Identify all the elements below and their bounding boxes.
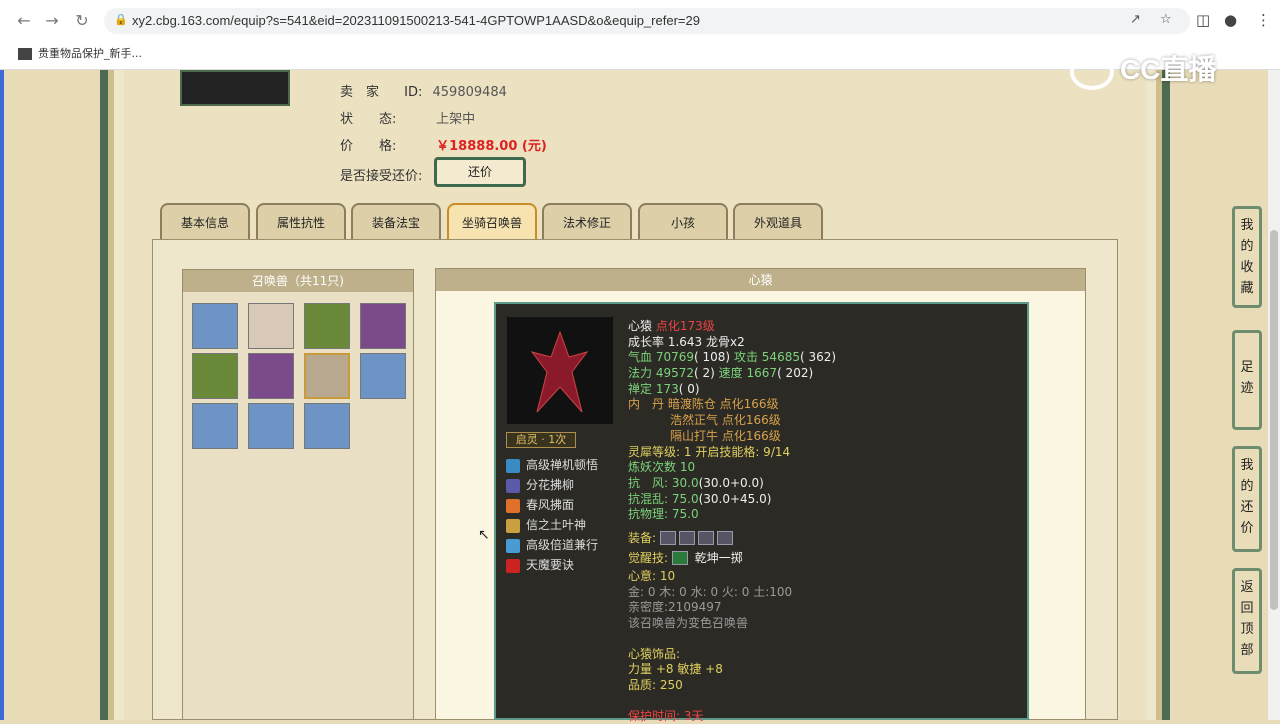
status-row: 状 态: 上架中 (340, 112, 476, 127)
footprint-button[interactable]: 足迹 (1232, 330, 1262, 430)
tab-spell-modifiers[interactable]: 法术修正 (542, 203, 632, 241)
summon-stats: 心猿 点化173级 成长率 1.643 龙骨x2 气血 70769( 108) … (628, 319, 837, 723)
reload-icon[interactable]: ↻ (72, 11, 92, 31)
equip-slot-icon[interactable] (697, 531, 714, 546)
bookmark-favicon-icon (18, 48, 32, 60)
skill-item[interactable]: 分花拂柳 (506, 476, 574, 493)
cc-logo-icon (1070, 53, 1114, 90)
equip-slot-icon[interactable] (678, 531, 695, 546)
page-scrollbar[interactable] (1268, 70, 1280, 720)
skill-icon (506, 498, 520, 513)
summon-thumb[interactable] (192, 353, 238, 399)
equip-slot-icon[interactable] (716, 531, 733, 546)
scrollbar-thumb[interactable] (1270, 230, 1278, 610)
equip-slot-icon[interactable] (659, 531, 676, 546)
awaken-skill-icon[interactable] (671, 551, 688, 566)
tab-appearance[interactable]: 外观道具 (733, 203, 823, 241)
summon-thumb[interactable] (304, 403, 350, 449)
mouse-cursor-icon: ↖ (478, 527, 490, 543)
summon-list-title: 召唤兽（共11只) (183, 270, 413, 292)
seller-row: 卖 家 ID: 459809484 (340, 85, 507, 100)
tab-equipment[interactable]: 装备法宝 (351, 203, 441, 241)
cc-live-watermark: CC直播 (1070, 48, 1216, 90)
summon-portrait (507, 317, 613, 424)
summon-thumb[interactable] (192, 403, 238, 449)
skill-icon (506, 538, 520, 553)
role-thumbnail (180, 70, 290, 106)
awaken-tag: 启灵 · 1次 (506, 432, 576, 448)
skill-icon (506, 518, 520, 533)
forward-icon[interactable]: → (42, 11, 62, 31)
my-favorites-button[interactable]: 我的收藏 (1232, 206, 1262, 308)
menu-icon[interactable]: ⋮ (1256, 11, 1271, 29)
left-edge (0, 70, 4, 720)
tab-mounts-summons[interactable]: 坐骑召唤兽 (447, 203, 537, 241)
summon-thumb[interactable] (248, 353, 294, 399)
back-icon[interactable]: ← (14, 11, 34, 31)
price-row: 价 格: ￥18888.00 (元) (340, 139, 547, 154)
summon-thumb[interactable] (304, 303, 350, 349)
skill-item[interactable]: 春风拂面 (506, 496, 574, 513)
skill-item[interactable]: 高级禅机顿悟 (506, 456, 598, 473)
profile-icon[interactable]: ● (1224, 11, 1237, 29)
back-to-top-button[interactable]: 返回顶部 (1232, 568, 1262, 674)
summon-thumb[interactable] (248, 303, 294, 349)
share-icon[interactable]: ↗ (1130, 12, 1141, 27)
sidepanel-icon[interactable]: ◫ (1196, 11, 1210, 29)
my-counter-offers-button[interactable]: 我的还价 (1232, 446, 1262, 552)
skill-item[interactable]: 信之土叶神 (506, 516, 586, 533)
skill-item[interactable]: 高级倍道兼行 (506, 536, 598, 553)
skill-item[interactable]: 天魔要诀 (506, 556, 574, 573)
tab-attributes[interactable]: 属性抗性 (256, 203, 346, 241)
summon-thumb-selected[interactable] (304, 353, 350, 399)
summon-thumb[interactable] (248, 403, 294, 449)
summon-detail-title: 心猿 (436, 269, 1085, 291)
skill-icon (506, 478, 520, 493)
counter-offer-button[interactable]: 还价 (434, 157, 526, 187)
status-value: 上架中 (436, 112, 476, 127)
counter-offer-row: 是否接受还价: (340, 169, 423, 184)
url-text[interactable]: xy2.cbg.163.com/equip?s=541&eid=20231109… (132, 13, 700, 28)
summon-thumb[interactable] (192, 303, 238, 349)
seller-id: 459809484 (432, 85, 507, 100)
tab-basic-info[interactable]: 基本信息 (160, 203, 250, 241)
summon-thumb[interactable] (360, 353, 406, 399)
bookmark-star-icon[interactable]: ☆ (1160, 12, 1172, 27)
lock-icon: 🔒 (114, 13, 128, 26)
price-value: ￥18888.00 (元) (436, 139, 547, 154)
skill-icon (506, 458, 520, 473)
skill-icon (506, 558, 520, 573)
bookmark-item[interactable]: 贵重物品保护_新手... (18, 45, 142, 61)
summon-thumb[interactable] (360, 303, 406, 349)
tab-children[interactable]: 小孩 (638, 203, 728, 241)
address-bar[interactable]: 🔒 xy2.cbg.163.com/equip?s=541&eid=202311… (104, 8, 1190, 34)
